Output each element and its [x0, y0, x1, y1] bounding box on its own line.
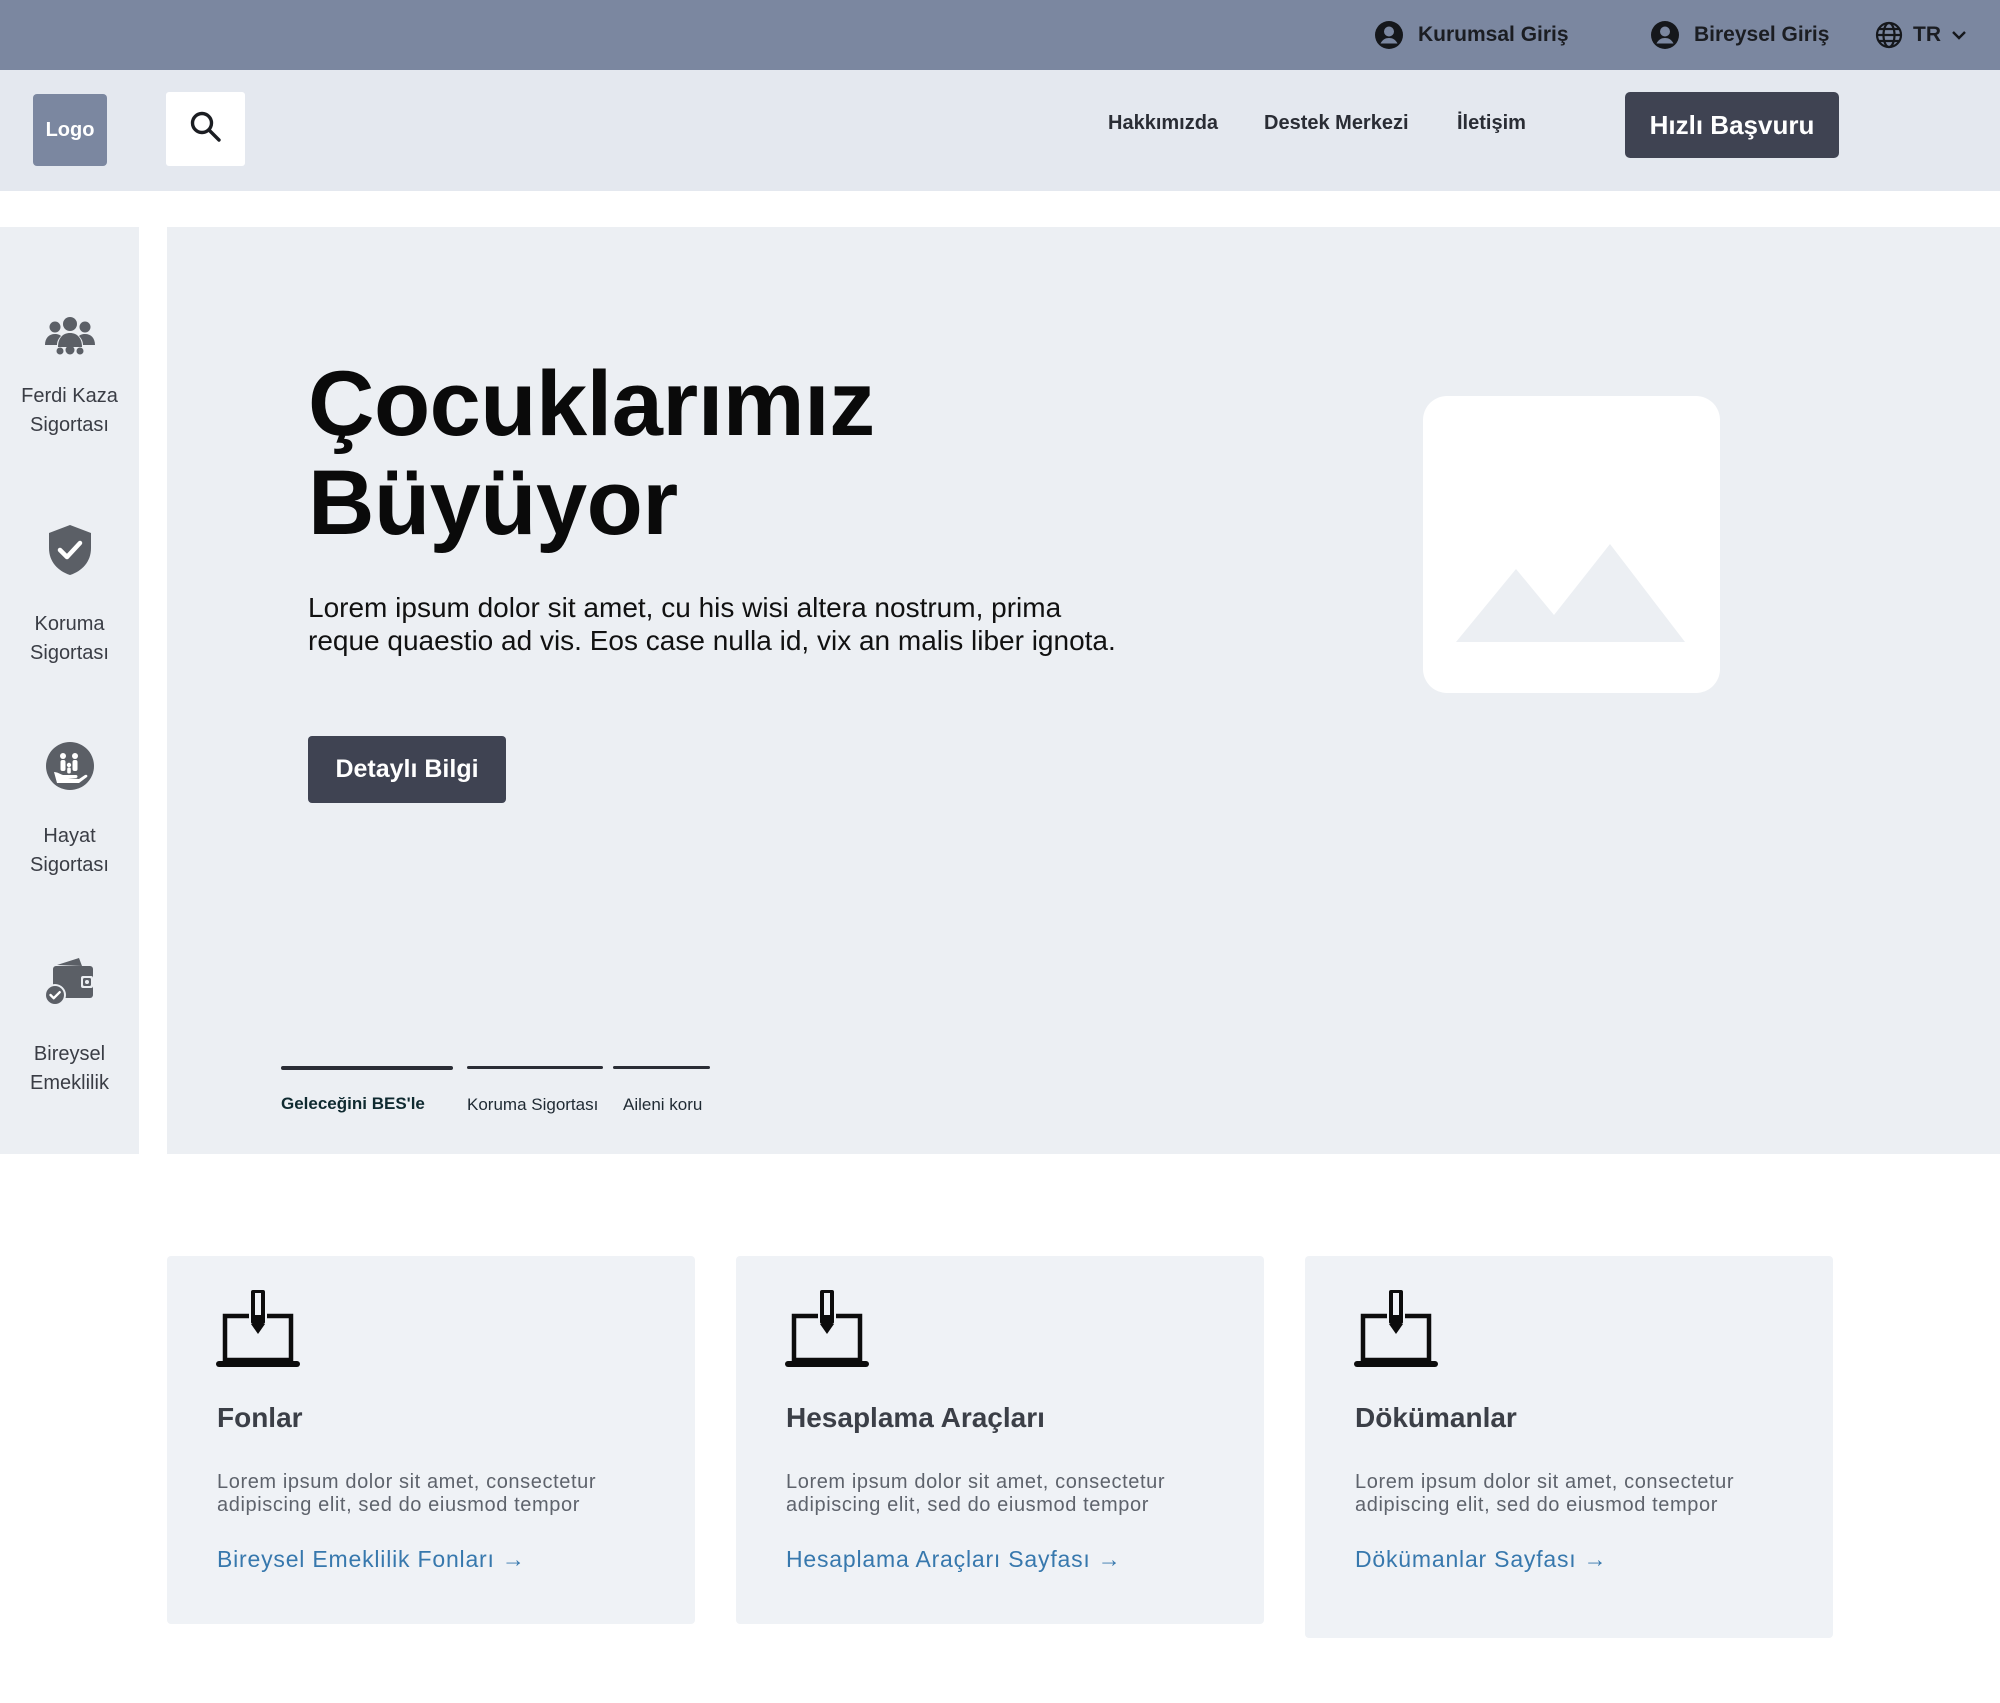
card-title: Hesaplama Araçları — [786, 1402, 1045, 1433]
hero-title: Çocuklarımız Büyüyor — [308, 355, 1208, 553]
language-label: TR — [1913, 23, 1941, 46]
search-icon — [188, 109, 224, 150]
card-documents: Dökümanlar Lorem ipsum dolor sit amet, c… — [1305, 1256, 1833, 1638]
details-button[interactable]: Detaylı Bilgi — [308, 736, 506, 803]
individual-login-label: Bireysel Giriş — [1694, 23, 1830, 46]
hero-title-line: Çocuklarımız — [308, 353, 875, 455]
sidebar-item-label: Hayat — [43, 825, 96, 847]
sidebar-item-label: Sigortası — [30, 854, 109, 876]
main-header: Logo Hakkımızda Destek Merkezi İletişim … — [0, 70, 2000, 191]
hero-tab-family[interactable]: Aileni koru — [613, 1066, 710, 1115]
user-circle-icon — [1650, 20, 1680, 50]
shield-check-icon — [46, 523, 94, 582]
card-title: Fonlar — [217, 1402, 303, 1433]
hero-tab-protection[interactable]: Koruma Sigortası — [467, 1066, 603, 1115]
card-description: Lorem ipsum dolor sit amet, consectetur … — [217, 1471, 657, 1517]
card-funds: Fonlar Lorem ipsum dolor sit amet, conse… — [167, 1256, 695, 1624]
search-button[interactable] — [166, 92, 245, 166]
product-sidebar: Ferdi Kaza Sigortası Koruma Sigortası Ha… — [0, 227, 139, 1154]
globe-icon — [1875, 21, 1903, 49]
user-circle-icon — [1374, 20, 1404, 50]
sidebar-item-protection[interactable]: Koruma Sigortası — [0, 523, 139, 668]
hero-title-line: Büyüyor — [308, 452, 678, 554]
card-description-line: adipiscing elit, sed do eiusmod tempor — [786, 1494, 1149, 1516]
tab-label: Geleceğini BES'le — [281, 1094, 425, 1113]
sidebar-item-label: Sigortası — [30, 642, 109, 664]
sidebar-item-label: Ferdi Kaza — [21, 385, 118, 407]
logo[interactable]: Logo — [33, 94, 107, 166]
sidebar-item-life[interactable]: Hayat Sigortası — [0, 741, 139, 880]
sidebar-item-label: Bireysel — [33, 1043, 106, 1065]
laptop-upload-icon — [215, 1288, 303, 1377]
tab-indicator — [281, 1066, 453, 1070]
card-calculation-tools: Hesaplama Araçları Lorem ipsum dolor sit… — [736, 1256, 1264, 1624]
language-selector[interactable]: TR — [1875, 17, 1967, 53]
laptop-upload-icon — [1353, 1288, 1441, 1377]
hero-description-line: reque quaestio ad vis. Eos case nulla id… — [308, 625, 1116, 656]
card-description: Lorem ipsum dolor sit amet, consectetur … — [1355, 1471, 1795, 1517]
tab-indicator — [613, 1066, 710, 1069]
quick-apply-button[interactable]: Hızlı Başvuru — [1625, 92, 1839, 158]
sidebar-item-label: Emeklilik — [30, 1072, 109, 1094]
card-description-line: Lorem ipsum dolor sit amet, consectetur — [217, 1471, 597, 1493]
nav-support-center[interactable]: Destek Merkezi — [1264, 112, 1409, 135]
sidebar-item-label: Sigortası — [30, 414, 109, 436]
nav-contact[interactable]: İletişim — [1457, 112, 1526, 135]
card-link[interactable]: Bireysel Emeklilik Fonları → — [217, 1546, 526, 1573]
hero-tab-bes[interactable]: Geleceğini BES'le — [281, 1066, 453, 1114]
hero-description-line: Lorem ipsum dolor sit amet, cu his wisi … — [308, 592, 1062, 623]
tab-indicator — [467, 1066, 603, 1069]
laptop-upload-icon — [784, 1288, 872, 1377]
hero-banner: Çocuklarımız Büyüyor Lorem ipsum dolor s… — [167, 227, 2000, 1154]
nav-about[interactable]: Hakkımızda — [1108, 112, 1218, 135]
sidebar-item-personal-accident[interactable]: Ferdi Kaza Sigortası — [0, 315, 139, 440]
card-description-line: adipiscing elit, sed do eiusmod tempor — [217, 1494, 580, 1516]
users-group-icon — [44, 315, 96, 364]
sidebar-item-pension[interactable]: Bireysel Emeklilik — [0, 957, 139, 1098]
top-utility-bar: Kurumsal Giriş Bireysel Giriş TR — [0, 0, 2000, 70]
individual-login-link[interactable]: Bireysel Giriş — [1650, 17, 1829, 53]
hero-description: Lorem ipsum dolor sit amet, cu his wisi … — [308, 591, 1188, 657]
corporate-login-link[interactable]: Kurumsal Giriş — [1374, 17, 1569, 53]
corporate-login-label: Kurumsal Giriş — [1418, 23, 1569, 46]
family-icon — [45, 741, 95, 796]
chevron-down-icon — [1951, 29, 1967, 41]
card-title: Dökümanlar — [1355, 1402, 1517, 1433]
tab-label: Koruma Sigortası — [467, 1095, 599, 1114]
sidebar-item-label: Koruma — [34, 613, 105, 635]
card-link[interactable]: Hesaplama Araçları Sayfası → — [786, 1546, 1122, 1573]
wallet-check-icon — [43, 957, 97, 1014]
hero-image-placeholder — [1423, 396, 1720, 693]
tab-label: Aileni koru — [623, 1095, 703, 1114]
card-description-line: Lorem ipsum dolor sit amet, consectetur — [786, 1471, 1166, 1493]
card-description-line: Lorem ipsum dolor sit amet, consectetur — [1355, 1471, 1735, 1493]
card-description: Lorem ipsum dolor sit amet, consectetur … — [786, 1471, 1226, 1517]
card-description-line: adipiscing elit, sed do eiusmod tempor — [1355, 1494, 1718, 1516]
card-link[interactable]: Dökümanlar Sayfası → — [1355, 1546, 1607, 1573]
